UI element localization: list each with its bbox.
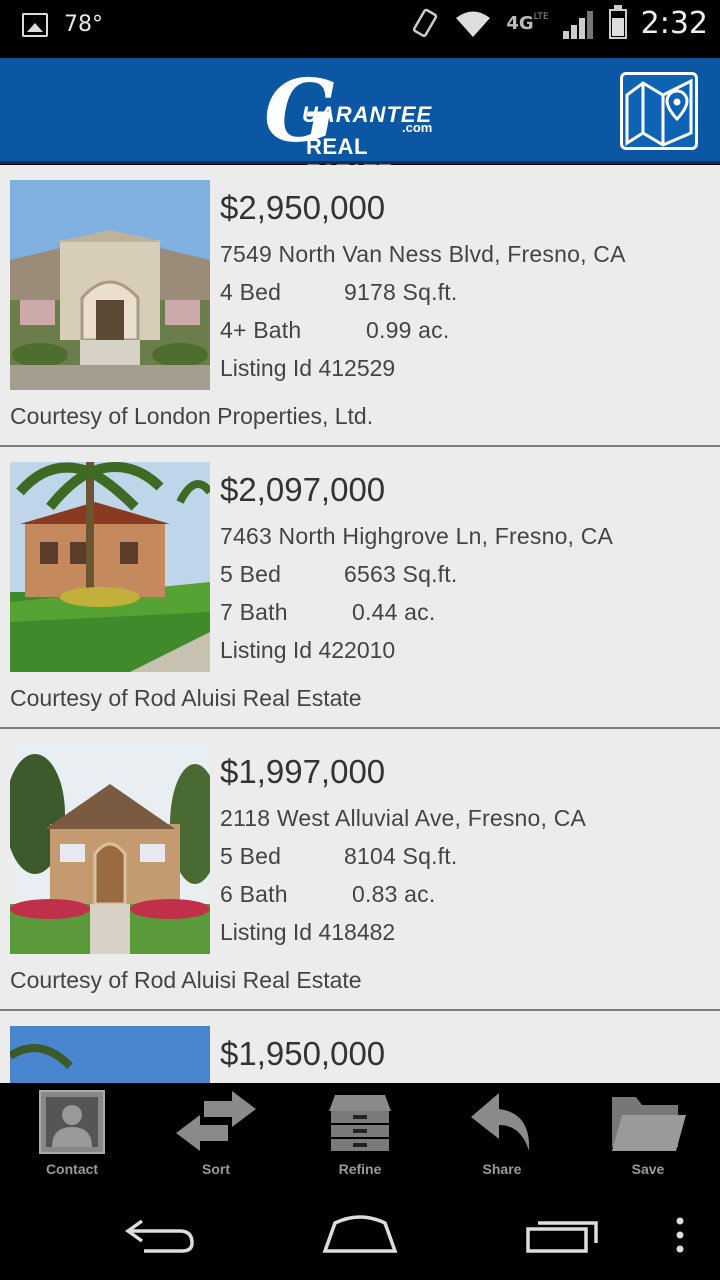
listing-courtesy: Courtesy of Rod Aluisi Real Estate [10,685,362,711]
contact-button[interactable]: Contact [22,1083,122,1191]
listing-beds: 5 Bed [220,561,282,587]
battery-icon [608,4,627,39]
listing-acres: 0.99 ac. [366,317,450,343]
listing-address: 7463 North Highgrove Ln, Fresno, CA [220,523,614,549]
listing-list[interactable]: $2,950,000 7549 North Van Ness Blvd, Fre… [0,165,720,1083]
listing-acres: 0.83 ac. [352,881,436,907]
listing-baths: 4+ Bath [220,317,302,343]
system-nav-bar [0,1191,720,1280]
listing-acres: 0.44 ac. [352,599,436,625]
signal-icon [562,9,595,39]
listing-price: $2,950,000 [220,189,386,226]
listing-price: $2,097,000 [220,471,386,508]
listing-id: Listing Id 418482 [220,919,396,945]
app-header: G UARANTEE .com REAL ESTATE [0,58,720,186]
status-bar: 78° 4G LTE 2:32 [0,0,720,58]
network-type: 4G [506,13,534,34]
listing-address: 7549 North Van Ness Blvd, Fresno, CA [220,241,626,267]
image-notification-icon [22,12,48,37]
listing-sqft: 8104 Sq.ft. [344,843,458,869]
save-button[interactable]: Save [598,1083,698,1191]
listing-sqft: 9178 Sq.ft. [344,279,458,305]
listing-beds: 4 Bed [220,279,282,305]
listing-item[interactable]: $2,950,000 7549 North Van Ness Blvd, Fre… [0,165,720,447]
contact-icon [39,1090,105,1154]
listing-photo[interactable] [10,1026,210,1083]
listing-id: Listing Id 422010 [220,637,396,663]
listing-price: $1,950,000 [220,1035,386,1072]
back-icon[interactable] [124,1215,196,1255]
listing-price: $1,997,000 [220,753,386,790]
rotate-icon [413,8,438,37]
listing-item[interactable]: $1,997,000 2118 West Alluvial Ave, Fresn… [0,729,720,1011]
network-sub: LTE [533,11,549,22]
listing-courtesy: Courtesy of Rod Aluisi Real Estate [10,967,362,993]
map-view-button[interactable] [620,72,698,150]
folder-icon [612,1097,686,1151]
listing-sqft: 6563 Sq.ft. [344,561,458,587]
recent-apps-icon[interactable] [526,1217,598,1253]
listing-baths: 7 Bath [220,599,288,625]
bottom-toolbar: Contact Sort Refine Share Save [0,1083,720,1191]
listing-address: 2118 West Alluvial Ave, Fresno, CA [220,805,587,831]
listing-baths: 6 Bath [220,881,288,907]
share-button[interactable]: Share [452,1083,552,1191]
wifi-icon [456,11,491,37]
listing-photo[interactable] [10,744,210,954]
listing-beds: 5 Bed [220,843,282,869]
refine-filter-icon [329,1095,391,1151]
refine-button[interactable]: Refine [310,1083,410,1191]
listing-id: Listing Id 412529 [220,355,396,381]
listing-item[interactable]: $1,950,000 [0,1011,720,1083]
sort-button[interactable]: Sort [166,1083,266,1191]
clock: 2:32 [640,6,708,41]
guarantee-logo[interactable]: G UARANTEE .com REAL ESTATE [262,64,456,186]
share-arrow-icon [471,1093,530,1151]
temperature-text: 78° [64,12,103,37]
listing-item[interactable]: $2,097,000 7463 North Highgrove Ln, Fres… [0,447,720,729]
overflow-menu-icon[interactable] [674,1217,686,1253]
home-icon[interactable] [322,1213,398,1255]
sort-arrows-icon [176,1091,256,1151]
listing-courtesy: Courtesy of London Properties, Ltd. [10,403,374,429]
listing-photo[interactable] [10,462,210,672]
listing-photo[interactable] [10,180,210,390]
map-location-icon [625,78,693,147]
